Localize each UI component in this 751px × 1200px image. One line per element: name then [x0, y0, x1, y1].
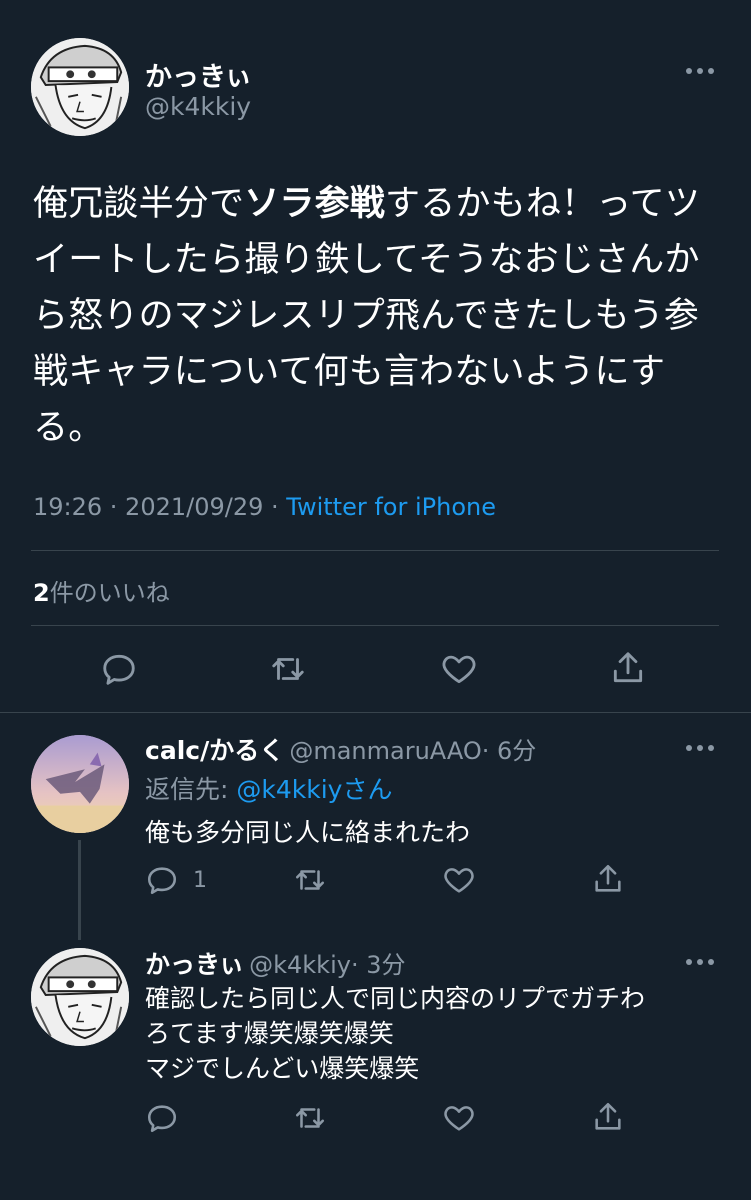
- likes-label: 件のいいね: [49, 579, 170, 607]
- divider: [0, 712, 751, 713]
- reply-time: · 6分: [481, 737, 537, 765]
- manga-avatar-image: [31, 948, 129, 1046]
- like-icon[interactable]: [442, 863, 476, 897]
- main-author-handle[interactable]: @k4kkiy: [145, 92, 251, 121]
- main-tweet-text: 俺冗談半分でソラ参戦するかもね！ってツイートしたら撮り鉄してそうなおじさんから怒…: [33, 176, 723, 456]
- retweet-icon[interactable]: [268, 650, 308, 688]
- landscape-avatar-image: [31, 735, 129, 833]
- reply-to-label: 返信先:: [145, 775, 237, 804]
- reply-author-name[interactable]: かっきぃ: [145, 950, 244, 979]
- reply-author-avatar[interactable]: [31, 948, 129, 1046]
- reply-text: 俺も多分同じ人に絡まれたわ: [145, 818, 471, 847]
- reply-icon[interactable]: [100, 650, 138, 688]
- reply-author-handle[interactable]: @k4kkiy: [249, 951, 351, 979]
- tweet-timestamp[interactable]: 19:26 · 2021/09/29 ·: [33, 493, 286, 521]
- main-author-name[interactable]: かっきぃ: [145, 55, 252, 94]
- reply-icon[interactable]: [145, 863, 179, 897]
- reply-icon[interactable]: [145, 1101, 179, 1135]
- reply-author-name[interactable]: calc/かるく: [145, 736, 284, 765]
- reply-count: 1: [193, 868, 207, 893]
- manga-avatar-image: [31, 38, 129, 136]
- divider: [31, 625, 719, 626]
- reply-text: 確認したら同じ人で同じ内容のリプでガチわ ろてます爆笑爆笑爆笑 マジでしんどい爆…: [145, 981, 725, 1086]
- retweet-icon[interactable]: [292, 1101, 328, 1135]
- reply-author-avatar[interactable]: [31, 735, 129, 833]
- main-author-avatar[interactable]: [31, 38, 129, 136]
- tweet-source[interactable]: Twitter for iPhone: [286, 493, 496, 521]
- tweet-text-bold: ソラ参戦: [244, 184, 386, 224]
- more-icon[interactable]: [685, 64, 715, 78]
- tweet-meta: 19:26 · 2021/09/29 · Twitter for iPhone: [33, 493, 496, 521]
- share-icon[interactable]: [591, 1099, 625, 1135]
- like-icon[interactable]: [440, 650, 478, 688]
- share-icon[interactable]: [591, 861, 625, 897]
- share-icon[interactable]: [609, 648, 647, 688]
- likes-summary[interactable]: 2件のいいね: [33, 573, 170, 608]
- tweet-text-before: 俺冗談半分で: [33, 184, 245, 224]
- reply-text-line: 確認したら同じ人で同じ内容のリプでガチわ: [145, 984, 646, 1013]
- reply-header: calc/かるく @manmaruAAO· 6分: [145, 731, 536, 767]
- reply-time: · 3分: [350, 951, 406, 979]
- reply-to: 返信先: @k4kkiyさん: [145, 770, 392, 806]
- like-icon[interactable]: [442, 1101, 476, 1135]
- reply-text-line: マジでしんどい爆笑爆笑: [145, 1054, 420, 1083]
- likes-count: 2: [33, 579, 50, 607]
- reply-text-line: ろてます爆笑爆笑爆笑: [145, 1019, 394, 1048]
- more-icon[interactable]: [685, 955, 715, 969]
- more-icon[interactable]: [685, 741, 715, 755]
- thread-line: [78, 840, 81, 940]
- reply-header: かっきぃ @k4kkiy· 3分: [145, 945, 405, 981]
- divider: [31, 550, 719, 551]
- retweet-icon[interactable]: [292, 863, 328, 897]
- reply-author-handle[interactable]: @manmaruAAO: [289, 737, 481, 765]
- reply-to-handle[interactable]: @k4kkiyさん: [236, 775, 392, 804]
